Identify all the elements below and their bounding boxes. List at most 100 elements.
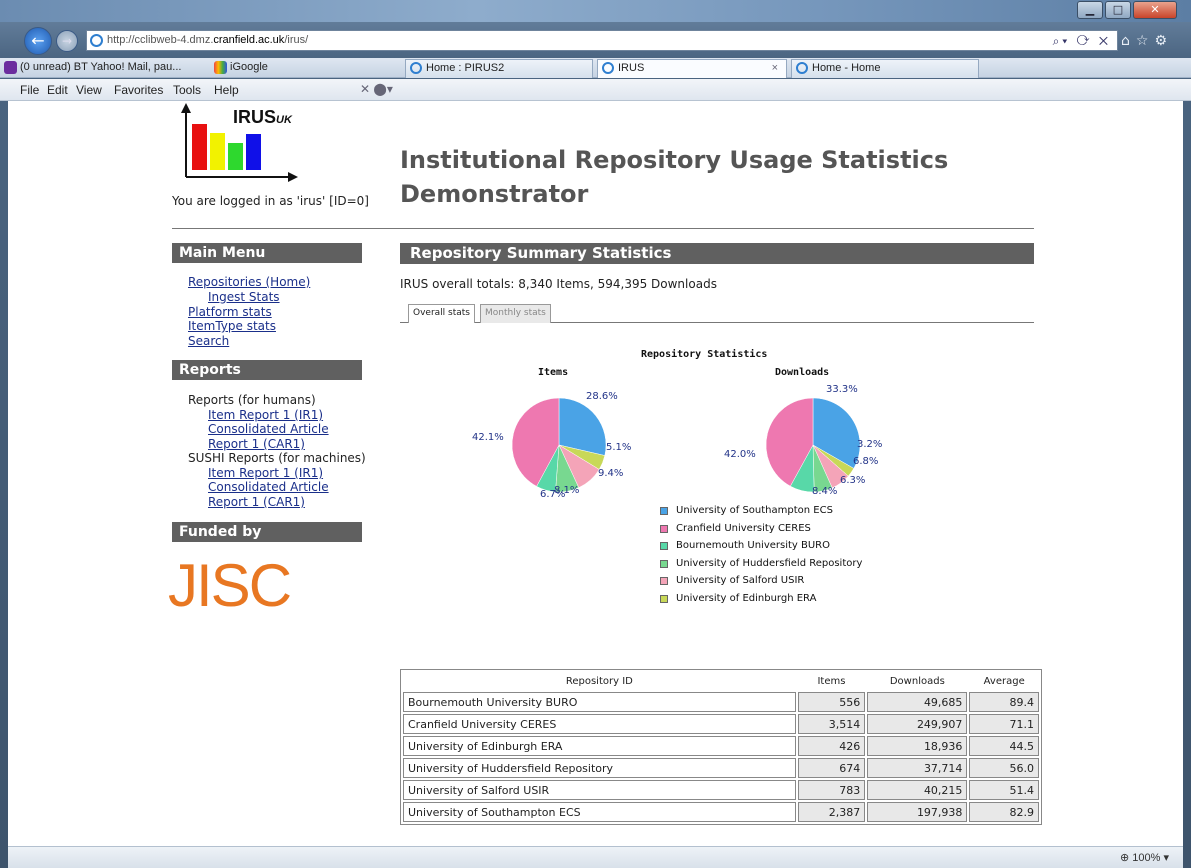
close-window-button[interactable]: ✕: [1133, 1, 1177, 19]
back-button[interactable]: ←: [24, 27, 52, 55]
cell-items: 783: [797, 780, 866, 800]
nav-repositories-home[interactable]: Repositories (Home): [188, 275, 310, 289]
items-pie-chart: [511, 397, 607, 493]
cell-downloads: 49,685: [867, 692, 968, 712]
logged-in-status: You are logged in as 'irus' [ID=0]: [172, 194, 369, 208]
legend-swatch: [660, 524, 668, 533]
link-human-car1-b[interactable]: Report 1 (CAR1): [208, 437, 305, 451]
cell-downloads: 249,907: [867, 714, 968, 734]
table-row: University of Southampton ECS 2,387 197,…: [403, 802, 1039, 822]
legend-swatch: [660, 594, 668, 603]
link-human-car1-a[interactable]: Consolidated Article: [208, 422, 329, 436]
favorite-yahoo-mail[interactable]: (0 unread) BT Yahoo! Mail, pau...: [0, 58, 205, 78]
nav-ingest-stats[interactable]: Ingest Stats: [208, 290, 280, 304]
col-items[interactable]: Items: [798, 672, 866, 690]
toolbar-extra-icons[interactable]: ✕ ⬤▾: [360, 82, 393, 96]
favorite-igoogle[interactable]: iGoogle: [210, 58, 330, 78]
legend-label: University of Salford USIR: [676, 575, 805, 586]
downloads-pct-edinburgh: 3.2%: [857, 439, 883, 450]
legend-item: University of Southampton ECS: [658, 504, 862, 522]
cell-repository: Cranfield University CERES: [403, 714, 796, 734]
link-human-ir1[interactable]: Item Report 1 (IR1): [208, 408, 323, 422]
legend-label: University of Southampton ECS: [676, 505, 833, 516]
menu-file[interactable]: File: [20, 83, 39, 97]
logo-sub: UK: [276, 114, 292, 126]
col-repository-id[interactable]: Repository ID: [403, 672, 796, 690]
legend-item: Cranfield University CERES: [658, 522, 862, 540]
reports-sushi-label: SUSHI Reports (for machines): [188, 451, 366, 465]
items-pct-cranfield: 42.1%: [472, 432, 504, 443]
minimize-button[interactable]: ▁: [1077, 1, 1103, 19]
downloads-pct-cranfield: 42.0%: [724, 449, 756, 460]
favorites-bar: (0 unread) BT Yahoo! Mail, pau... iGoogl…: [0, 58, 1191, 78]
jisc-logo[interactable]: JISC: [168, 551, 292, 620]
nav-itemtype-stats[interactable]: ItemType stats: [188, 319, 276, 333]
link-sushi-car1-b[interactable]: Report 1 (CAR1): [208, 495, 305, 509]
tab-overall-stats[interactable]: Overall stats: [408, 304, 475, 323]
zoom-control[interactable]: ⊕ 100% ▾: [1120, 851, 1169, 864]
legend-label: University of Huddersfield Repository: [676, 557, 863, 569]
menu-tools[interactable]: Tools: [173, 83, 201, 97]
cell-repository: University of Edinburgh ERA: [403, 736, 796, 756]
favorite-label: iGoogle: [230, 61, 268, 73]
cell-average: 89.4: [969, 692, 1039, 712]
logo-text: IRUSUK: [233, 107, 292, 128]
home-icon[interactable]: ⌂: [1121, 33, 1136, 49]
table-header-row: Repository ID Items Downloads Average: [403, 672, 1039, 690]
settings-gear-icon[interactable]: ⚙: [1154, 33, 1173, 49]
status-bar: ⊕ 100% ▾: [8, 846, 1183, 868]
table-row: Cranfield University CERES 3,514 249,907…: [403, 714, 1039, 734]
legend-label: Bournemouth University BURO: [676, 540, 830, 551]
downloads-pct-bournemouth: 8.4%: [812, 486, 838, 497]
close-tab-icon[interactable]: ×: [772, 60, 778, 77]
items-pct-edinburgh: 5.1%: [606, 442, 632, 453]
legend-label: Cranfield University CERES: [676, 522, 811, 534]
address-tools-icon[interactable]: ⌕▾ ⟳ ✕: [1053, 32, 1111, 51]
cell-average: 82.9: [969, 802, 1039, 822]
reports-humans-label: Reports (for humans): [188, 393, 316, 407]
favorites-star-icon[interactable]: ☆: [1136, 33, 1155, 49]
cell-average: 56.0: [969, 758, 1039, 778]
downloads-pct-huddersfield: 6.3%: [840, 475, 866, 486]
nav-search[interactable]: Search: [188, 334, 229, 348]
cell-downloads: 40,215: [867, 780, 968, 800]
legend-swatch: [660, 542, 668, 550]
ie-tab-icon: [410, 62, 422, 74]
link-sushi-car1-a[interactable]: Consolidated Article: [208, 480, 329, 494]
menu-favorites[interactable]: Favorites: [114, 83, 163, 97]
legend-swatch: [660, 507, 668, 515]
repository-stats-table: Repository ID Items Downloads Average Bo…: [400, 669, 1042, 825]
igoogle-icon: [214, 61, 227, 74]
tab-pirus2[interactable]: Home : PIRUS2: [405, 59, 593, 78]
funded-by-heading: Funded by: [172, 522, 362, 542]
menu-view[interactable]: View: [76, 83, 102, 97]
menu-bar: File Edit View Favorites Tools Help ✕ ⬤▾: [0, 79, 1191, 101]
favorite-label: (0 unread) BT Yahoo! Mail, pau...: [20, 61, 182, 73]
col-downloads[interactable]: Downloads: [867, 672, 967, 690]
menu-help[interactable]: Help: [214, 83, 239, 97]
main-menu-heading: Main Menu: [172, 243, 362, 263]
address-bar[interactable]: http://cclibweb-4.dmz.cranfield.ac.uk/ir…: [86, 30, 1118, 51]
legend-item: University of Edinburgh ERA: [658, 592, 862, 610]
items-pct-southampton: 28.6%: [586, 391, 618, 402]
reports-heading: Reports: [172, 360, 362, 380]
items-pct-salford: 9.4%: [598, 468, 624, 479]
cell-downloads: 37,714: [867, 758, 968, 778]
link-sushi-ir1[interactable]: Item Report 1 (IR1): [208, 466, 323, 480]
forward-button[interactable]: →: [56, 30, 78, 52]
cell-average: 71.1: [969, 714, 1039, 734]
chart-title: Repository Statistics: [641, 349, 768, 360]
tab-monthly-stats[interactable]: Monthly stats: [480, 304, 551, 323]
cell-repository: University of Huddersfield Repository: [403, 758, 796, 778]
menu-edit[interactable]: Edit: [47, 83, 68, 97]
tab-irus[interactable]: IRUS ×: [597, 59, 787, 78]
tab-home[interactable]: Home - Home: [791, 59, 979, 78]
col-average[interactable]: Average: [969, 672, 1039, 690]
table-row: University of Huddersfield Repository 67…: [403, 758, 1039, 778]
ie-tab-icon: [602, 62, 614, 74]
maximize-button[interactable]: □: [1105, 1, 1131, 19]
cell-items: 674: [797, 758, 866, 778]
cell-items: 2,387: [797, 802, 866, 822]
nav-platform-stats[interactable]: Platform stats: [188, 305, 272, 319]
chart-legend: University of Southampton ECS Cranfield …: [658, 504, 862, 609]
